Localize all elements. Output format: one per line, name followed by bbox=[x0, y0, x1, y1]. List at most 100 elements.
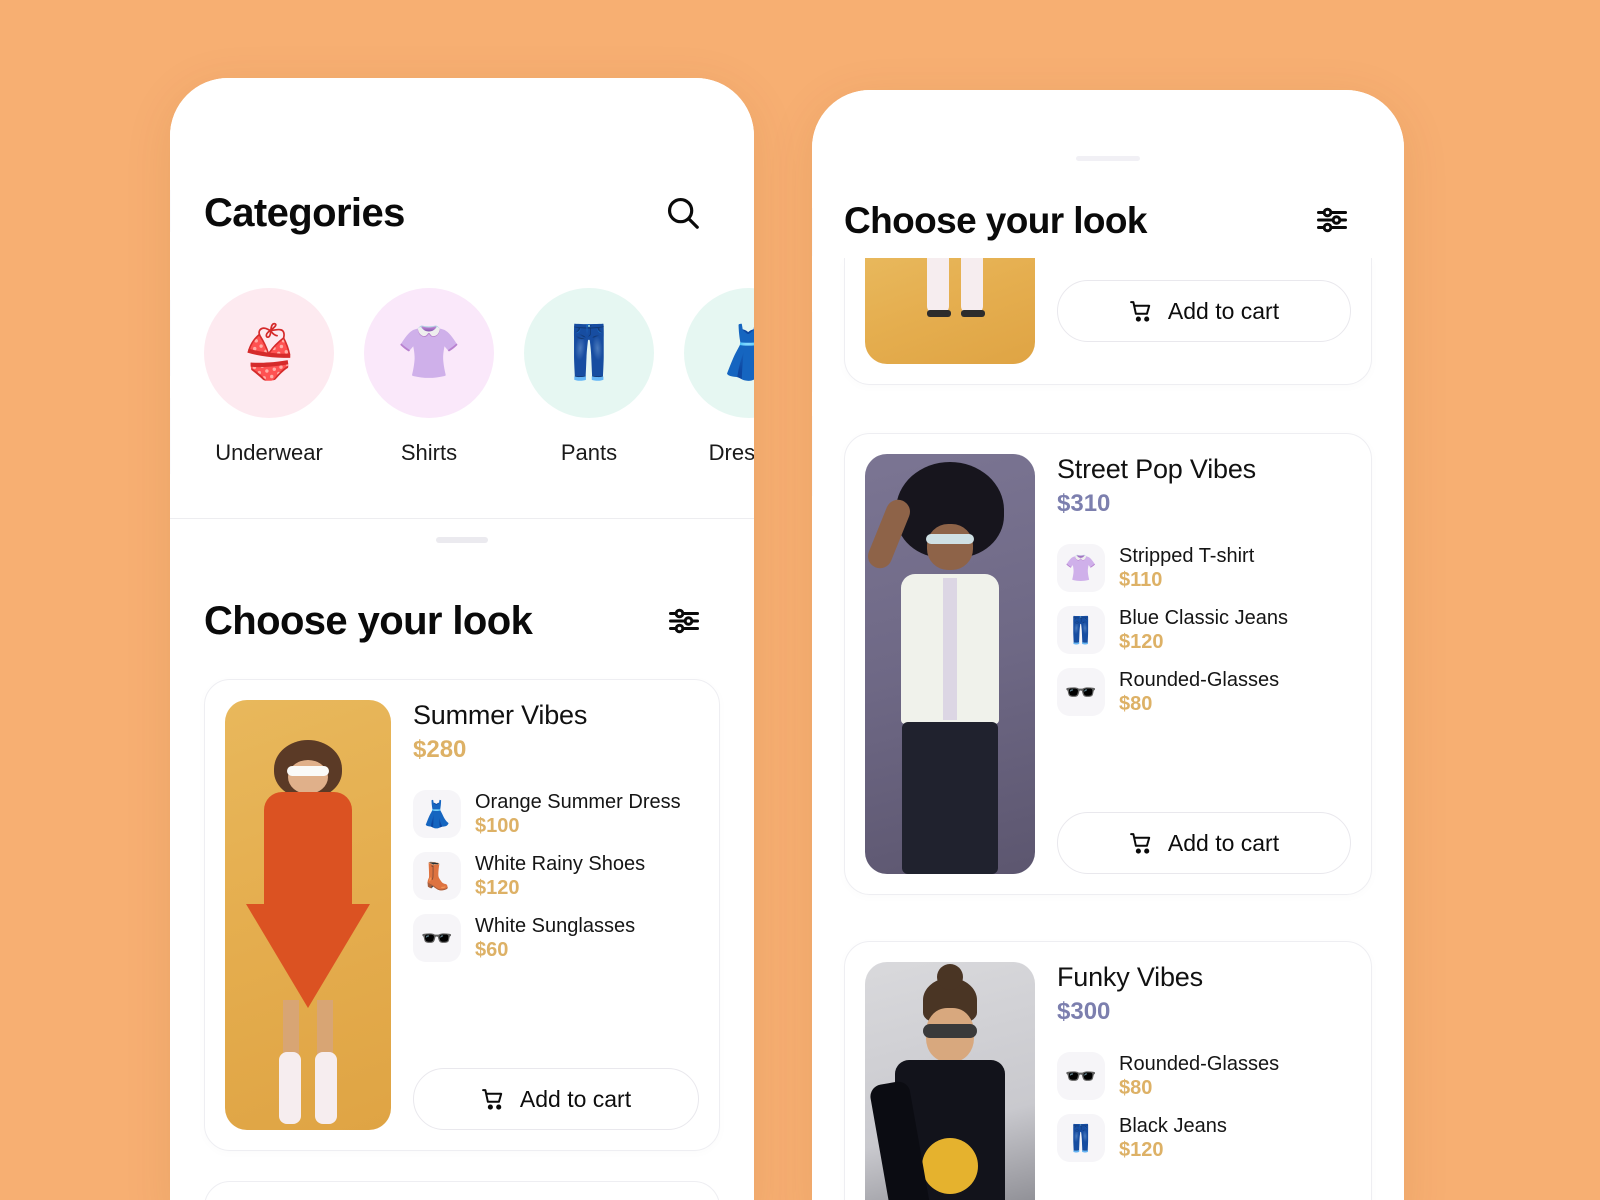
item-price: $60 bbox=[475, 938, 509, 961]
category-list: 👙 Underwear 👚 Shirts 👖 Pants 👗 Dres bbox=[170, 288, 754, 466]
mute-switch bbox=[812, 208, 813, 256]
jeans-icon: 👖 bbox=[556, 324, 622, 382]
look-section-header: Choose your look bbox=[170, 543, 754, 643]
item-price: $110 bbox=[1119, 568, 1163, 591]
look-scroll-list[interactable]: Add to cart Street Pop Vibes $310 👚 Stri… bbox=[812, 258, 1404, 1200]
volume-down-button bbox=[170, 398, 171, 474]
earpiece-speaker bbox=[1076, 156, 1140, 161]
look-item-list: 👗 Orange Summer Dress $100 👢 White Rainy bbox=[413, 790, 699, 962]
look-photo bbox=[865, 454, 1035, 874]
look-info: Funky Vibes $300 🕶️ Rounded-Glasses $80 bbox=[1057, 962, 1351, 1200]
category-bubble: 👙 bbox=[204, 288, 334, 418]
list-item[interactable]: 👗 Orange Summer Dress $100 bbox=[413, 790, 699, 838]
item-price: $120 bbox=[1119, 630, 1164, 653]
cart-icon bbox=[1129, 299, 1154, 324]
category-bubble: 👖 bbox=[524, 288, 654, 418]
list-item[interactable]: 🕶️ White Sunglasses $60 bbox=[413, 914, 699, 962]
look-price: $280 bbox=[413, 736, 467, 763]
look-item-list: 🕶️ Rounded-Glasses $80 👖 Black Jeans $12… bbox=[1057, 1052, 1351, 1162]
item-price: $80 bbox=[1119, 692, 1153, 715]
category-label: Pants bbox=[560, 440, 618, 465]
look-name: Funky Vibes bbox=[1057, 962, 1203, 992]
section-divider bbox=[170, 518, 754, 519]
category-label: Underwear bbox=[215, 440, 323, 465]
sliders-filter-icon[interactable] bbox=[662, 599, 706, 643]
list-item[interactable]: 👚 Stripped T-shirt $110 bbox=[1057, 544, 1351, 592]
next-card-peek[interactable] bbox=[204, 1181, 720, 1200]
volume-up-button bbox=[812, 312, 813, 392]
look-name: Street Pop Vibes bbox=[1057, 454, 1256, 484]
bikini-icon: 👙 bbox=[236, 324, 302, 382]
add-to-cart-label: Add to cart bbox=[1167, 829, 1280, 856]
look-card-street-pop-vibes[interactable]: Street Pop Vibes $310 👚 Stripped T-shirt… bbox=[844, 433, 1372, 895]
look-price: $300 bbox=[1057, 998, 1111, 1025]
dress-icon: 👗 bbox=[716, 324, 754, 382]
list-item[interactable]: 👖 Blue Classic Jeans $120 bbox=[1057, 606, 1351, 654]
list-item[interactable]: 👖 Black Jeans $120 bbox=[1057, 1114, 1351, 1162]
list-item[interactable]: 🕶️ Rounded-Glasses $80 bbox=[1057, 1052, 1351, 1100]
item-price: $120 bbox=[475, 876, 520, 899]
tshirt-icon: 👚 bbox=[1057, 544, 1105, 592]
look-price: $310 bbox=[1057, 490, 1111, 517]
jeans-icon: 👖 bbox=[1057, 606, 1105, 654]
left-screen: Categories 👙 Underwear 👚 Shirts 👖 Pants … bbox=[170, 78, 754, 1200]
right-screen: Choose your look Add to cart Street Pop … bbox=[812, 90, 1404, 1200]
look-card-funky-vibes[interactable]: Funky Vibes $300 🕶️ Rounded-Glasses $80 bbox=[844, 941, 1372, 1200]
cart-icon bbox=[1129, 831, 1154, 856]
item-name: Orange Summer Dress bbox=[475, 790, 681, 813]
add-to-cart-label: Add to cart bbox=[519, 1085, 632, 1112]
category-bubble: 👚 bbox=[364, 288, 494, 418]
section-title: Choose your look bbox=[204, 599, 533, 643]
category-item-underwear[interactable]: 👙 Underwear bbox=[204, 288, 334, 466]
look-name: Summer Vibes bbox=[413, 700, 588, 730]
phone-mockup-right: Choose your look Add to cart Street Pop … bbox=[812, 90, 1404, 1200]
mute-switch bbox=[170, 190, 171, 232]
category-item-pants[interactable]: 👖 Pants bbox=[524, 288, 654, 466]
sunglasses-icon: 🕶️ bbox=[413, 914, 461, 962]
category-bubble: 👗 bbox=[684, 288, 754, 418]
volume-up-button bbox=[170, 300, 171, 376]
look-info: Street Pop Vibes $310 👚 Stripped T-shirt… bbox=[1057, 454, 1351, 874]
category-label: Shirts bbox=[400, 440, 458, 465]
sunglasses-icon: 🕶️ bbox=[1057, 1052, 1105, 1100]
tshirt-icon: 👚 bbox=[396, 324, 462, 382]
look-photo bbox=[865, 258, 1035, 364]
list-item[interactable]: 👢 White Rainy Shoes $120 bbox=[413, 852, 699, 900]
add-to-cart-button[interactable]: Add to cart bbox=[413, 1068, 699, 1130]
item-name: Rounded-Glasses bbox=[1119, 668, 1280, 691]
look-card-summer-vibes[interactable]: Summer Vibes $280 👗 Orange Summer Dress … bbox=[204, 679, 720, 1151]
page-title: Categories bbox=[204, 191, 405, 235]
sunglasses-icon: 🕶️ bbox=[1057, 668, 1105, 716]
search-icon[interactable] bbox=[660, 190, 706, 236]
category-item-shirts[interactable]: 👚 Shirts bbox=[364, 288, 494, 466]
look-card-partial-top[interactable]: Add to cart bbox=[844, 258, 1372, 385]
boot-icon: 👢 bbox=[413, 852, 461, 900]
item-name: Black Jeans bbox=[1119, 1114, 1227, 1137]
category-item-dresses[interactable]: 👗 Dresses bbox=[684, 288, 754, 466]
dress-icon: 👗 bbox=[413, 790, 461, 838]
item-name: Stripped T-shirt bbox=[1119, 544, 1255, 567]
cart-icon bbox=[481, 1087, 506, 1112]
categories-header: Categories bbox=[170, 78, 754, 236]
add-to-cart-label: Add to cart bbox=[1167, 297, 1280, 324]
add-to-cart-button[interactable]: Add to cart bbox=[1057, 812, 1351, 874]
item-name: Blue Classic Jeans bbox=[1119, 606, 1288, 629]
add-to-cart-button[interactable]: Add to cart bbox=[1057, 280, 1351, 342]
sliders-filter-icon[interactable] bbox=[1310, 198, 1354, 242]
look-item-list: 👚 Stripped T-shirt $110 👖 Blue Classic J… bbox=[1057, 544, 1351, 716]
item-name: White Sunglasses bbox=[475, 914, 636, 937]
look-header: Choose your look bbox=[812, 90, 1404, 242]
volume-down-button bbox=[812, 416, 813, 496]
item-price: $100 bbox=[475, 814, 520, 837]
item-price: $80 bbox=[1119, 1076, 1153, 1099]
power-button bbox=[1403, 390, 1404, 500]
jeans-icon: 👖 bbox=[1057, 1114, 1105, 1162]
page-title: Choose your look bbox=[844, 199, 1147, 241]
item-name: Rounded-Glasses bbox=[1119, 1052, 1280, 1075]
item-price: $120 bbox=[1119, 1138, 1164, 1161]
look-photo bbox=[865, 962, 1035, 1200]
look-photo bbox=[225, 700, 391, 1130]
list-item[interactable]: 🕶️ Rounded-Glasses $80 bbox=[1057, 668, 1351, 716]
category-label: Dresses bbox=[708, 440, 754, 465]
look-info: Summer Vibes $280 👗 Orange Summer Dress … bbox=[413, 700, 699, 1130]
